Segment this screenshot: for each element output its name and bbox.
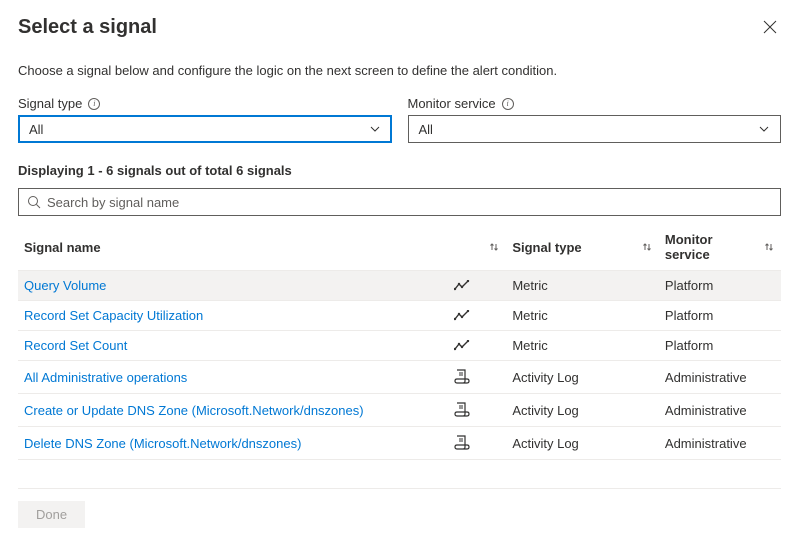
column-header-service[interactable]: Monitor service [659,224,781,271]
monitor-service-value: All [419,122,433,137]
monitor-service-cell: Administrative [659,394,781,427]
column-header-type[interactable]: Signal type [506,224,659,271]
sort-icon [641,241,653,253]
signal-name-link[interactable]: Record Set Count [24,338,127,353]
monitor-service-cell: Platform [659,301,781,331]
monitor-service-cell: Administrative [659,361,781,394]
signal-name-link[interactable]: Record Set Capacity Utilization [24,308,203,323]
table-row[interactable]: All Administrative operations Activity Lo… [18,361,781,394]
metric-icon [454,280,472,292]
signal-type-label: Signal type i [18,96,392,111]
signal-name-link[interactable]: Create or Update DNS Zone (Microsoft.Net… [24,403,364,418]
activity-log-icon [454,401,472,419]
signal-name-link[interactable]: Delete DNS Zone (Microsoft.Network/dnszo… [24,436,301,451]
column-header-name[interactable]: Signal name [18,224,506,271]
search-icon [27,195,41,209]
signal-name-link[interactable]: All Administrative operations [24,370,187,385]
signal-type-dropdown[interactable]: All [18,115,392,143]
table-row[interactable]: Delete DNS Zone (Microsoft.Network/dnszo… [18,427,781,460]
monitor-service-label: Monitor service i [408,96,782,111]
done-button[interactable]: Done [18,501,85,528]
monitor-service-dropdown[interactable]: All [408,115,782,143]
activity-log-icon [454,368,472,386]
monitor-service-cell: Administrative [659,427,781,460]
table-row[interactable]: Query Volume MetricPlatform [18,271,781,301]
info-icon[interactable]: i [88,98,100,110]
signal-name-link[interactable]: Query Volume [24,278,106,293]
table-row[interactable]: Record Set Count MetricPlatform [18,331,781,361]
sort-icon [488,241,500,253]
signals-table: Signal name Signal type Monitor service … [18,224,781,460]
monitor-service-cell: Platform [659,271,781,301]
signal-type-cell: Activity Log [506,394,659,427]
result-count: Displaying 1 - 6 signals out of total 6 … [18,163,781,178]
chevron-down-icon [758,123,770,135]
page-title: Select a signal [18,16,157,39]
signal-type-cell: Activity Log [506,427,659,460]
close-icon [763,20,777,34]
signal-type-cell: Activity Log [506,361,659,394]
signal-type-cell: Metric [506,301,659,331]
activity-log-icon [454,434,472,452]
signal-type-value: All [29,122,43,137]
description-text: Choose a signal below and configure the … [18,63,781,78]
search-box[interactable] [18,188,781,216]
monitor-service-cell: Platform [659,331,781,361]
info-icon[interactable]: i [502,98,514,110]
chevron-down-icon [369,123,381,135]
metric-icon [454,310,472,322]
close-button[interactable] [759,16,781,41]
table-row[interactable]: Create or Update DNS Zone (Microsoft.Net… [18,394,781,427]
metric-icon [454,340,472,352]
table-row[interactable]: Record Set Capacity Utilization MetricPla… [18,301,781,331]
sort-icon [763,241,775,253]
search-input[interactable] [47,195,772,210]
signal-type-cell: Metric [506,331,659,361]
signal-type-cell: Metric [506,271,659,301]
